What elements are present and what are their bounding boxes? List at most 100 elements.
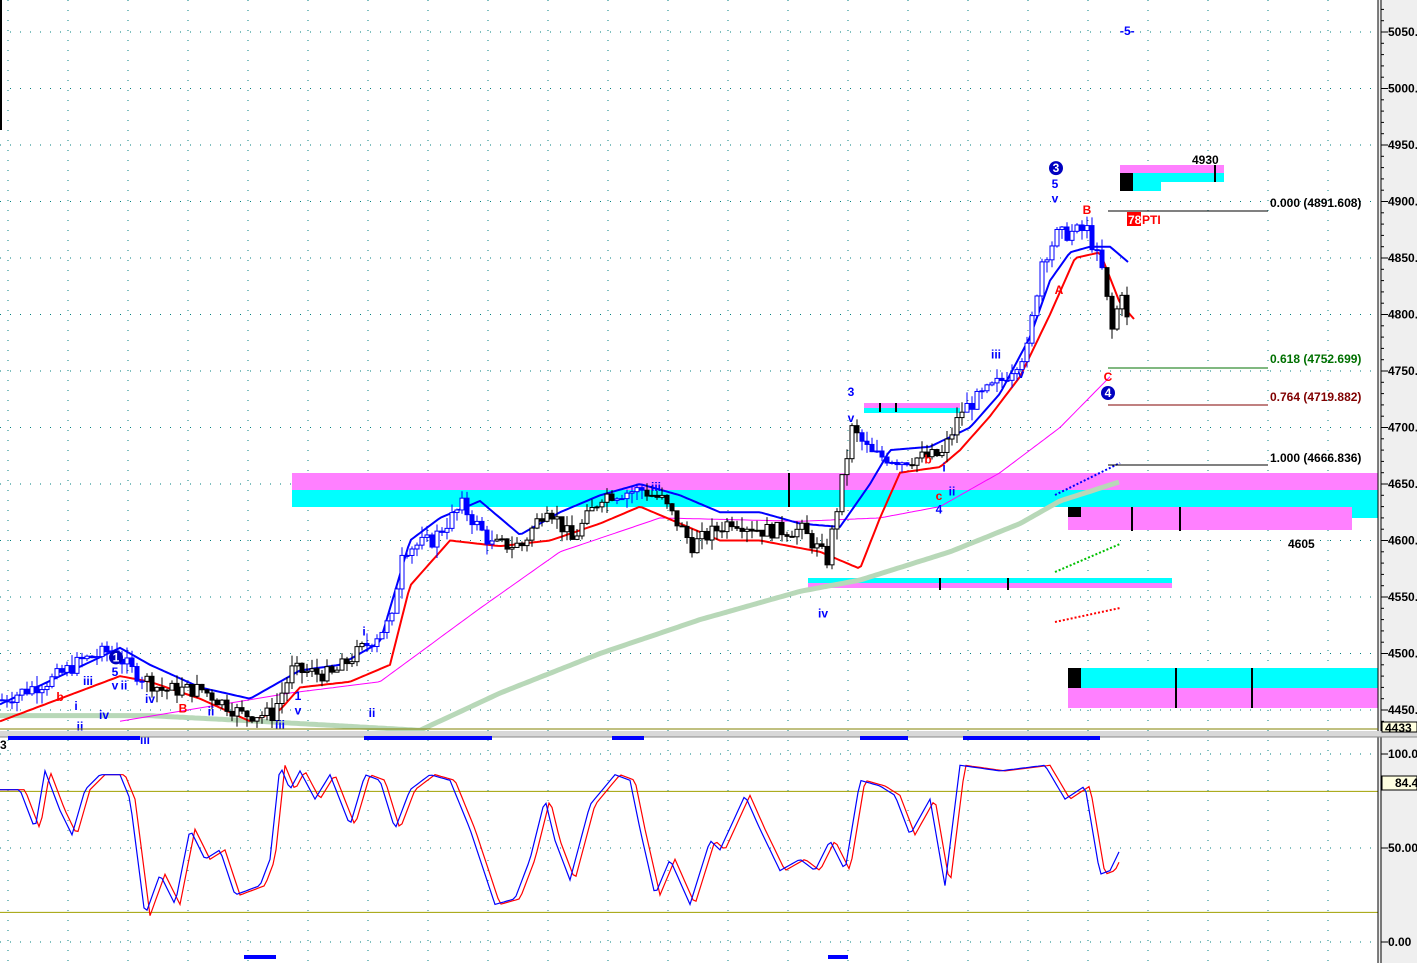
candle-body — [839, 474, 845, 513]
candle-body — [549, 512, 555, 520]
candle-body — [824, 545, 830, 566]
candle-body — [214, 699, 220, 706]
note-4605: 4605 — [1288, 537, 1315, 551]
candle-body — [139, 680, 145, 683]
candle-body — [564, 525, 570, 533]
candle-body — [419, 536, 425, 546]
candle-body — [914, 457, 920, 466]
candles — [0, 216, 1130, 729]
candle-body — [579, 522, 585, 537]
candle-body — [79, 656, 85, 660]
fib-label-1000: 1.000 (4666.836) — [1270, 451, 1361, 465]
candle-body — [679, 525, 685, 528]
wave-label: v — [1018, 367, 1025, 381]
candle-body — [224, 699, 230, 712]
price-tick-label: 4750. — [1388, 364, 1417, 378]
candle-body — [709, 525, 715, 541]
osc-panel-label: 3 — [0, 738, 7, 752]
zone-cyan — [1120, 173, 1224, 182]
candle-body — [1124, 294, 1130, 318]
stochastic-oscillator — [0, 764, 1378, 916]
candle-body — [294, 662, 300, 667]
candle-body — [219, 699, 225, 706]
left-edge-marker — [0, 0, 2, 130]
candle-body — [1119, 294, 1125, 310]
candle-body — [509, 546, 515, 550]
candle-body — [1054, 228, 1060, 247]
panel-divider[interactable] — [0, 731, 1417, 737]
candle-body — [704, 530, 710, 541]
candle-body — [84, 655, 90, 660]
candle-body — [559, 516, 565, 533]
candle-body — [854, 425, 860, 434]
wave-label: iv — [99, 708, 109, 722]
wave-label: iii — [83, 674, 93, 688]
candle-body — [739, 527, 745, 532]
signal-bar — [963, 736, 1100, 740]
fib-label-0: 0.000 (4891.608) — [1270, 196, 1361, 210]
candle-body — [879, 450, 885, 458]
candle-body — [344, 658, 350, 665]
osc-tick-label: 50.00 — [1388, 841, 1417, 855]
candle-body — [134, 666, 140, 682]
candle-body — [439, 530, 445, 533]
candle-body — [334, 669, 340, 673]
candle-body — [129, 657, 135, 668]
zone-marker — [1068, 668, 1081, 688]
candle-body — [9, 701, 15, 704]
candle-body — [669, 503, 675, 512]
price-tick-label: 4550. — [1388, 590, 1417, 604]
candle-body — [999, 377, 1005, 381]
candle-body — [314, 668, 320, 675]
candle-body — [514, 542, 520, 548]
wave-label: ii — [949, 484, 956, 498]
price-tick-label: 5050. — [1388, 25, 1417, 39]
candle-body — [814, 543, 820, 549]
candle-body — [494, 538, 500, 542]
candle-body — [484, 529, 490, 545]
candle-body — [99, 645, 105, 658]
candle-body — [404, 554, 410, 557]
candle-body — [674, 510, 680, 527]
candle-body — [809, 533, 815, 549]
candle-body — [934, 449, 940, 457]
candle-body — [1114, 308, 1120, 330]
candle-body — [984, 384, 990, 392]
projection-line — [1054, 543, 1121, 573]
candle-body — [874, 450, 880, 453]
wave-label: b — [56, 690, 63, 704]
candle-body — [349, 661, 355, 665]
candle-body — [1064, 226, 1070, 241]
wave-label: iii — [991, 348, 1001, 362]
candle-body — [1089, 225, 1095, 251]
wave-label: ii — [369, 706, 376, 720]
wave-label: ii — [208, 705, 215, 719]
candle-body — [49, 676, 55, 687]
candle-body — [1094, 249, 1100, 252]
note-wave-5: -5- — [1120, 24, 1135, 38]
candle-body — [714, 525, 720, 532]
price-tick-label: 4800. — [1388, 308, 1417, 322]
candle-body — [204, 689, 210, 694]
osc-tick-label: 100.0 — [1388, 747, 1417, 761]
candle-body — [719, 530, 725, 533]
candle-body — [864, 440, 870, 445]
price-tick-label: 4700. — [1388, 421, 1417, 435]
candle-body — [329, 666, 335, 673]
candle-body — [734, 526, 740, 529]
candle-body — [884, 456, 890, 464]
candle-body — [1074, 224, 1080, 232]
candle-body — [504, 538, 510, 550]
candle-body — [179, 686, 185, 696]
candle-body — [899, 462, 905, 466]
candle-body — [744, 528, 750, 532]
candle-body — [384, 620, 390, 633]
candle-body — [804, 522, 810, 535]
candle-body — [354, 646, 360, 663]
wave-label: 1 — [295, 689, 302, 703]
candle-body — [104, 645, 110, 653]
candle-body — [574, 535, 580, 540]
signal-bar — [8, 736, 140, 740]
candle-body — [309, 668, 315, 672]
wave-label: c — [936, 489, 943, 503]
